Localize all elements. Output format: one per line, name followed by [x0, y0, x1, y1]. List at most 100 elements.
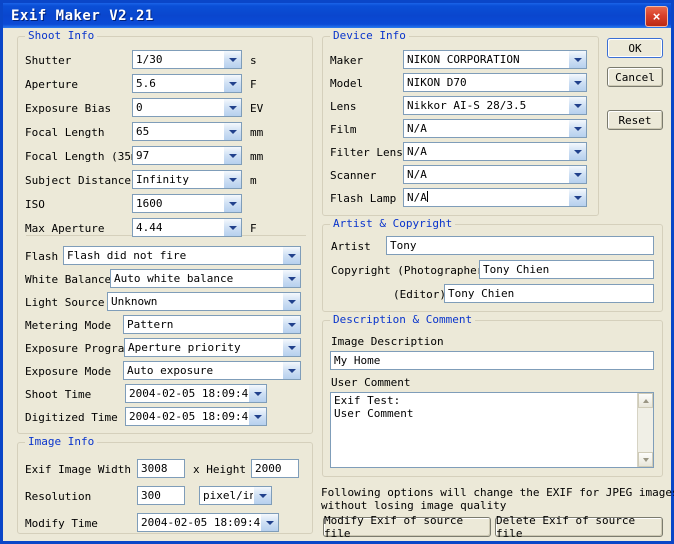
ok-button[interactable]: OK	[607, 38, 663, 58]
chevron-down-icon[interactable]	[282, 362, 300, 379]
input-copyright-photographer[interactable]: Tony Chien	[479, 260, 654, 279]
combo-flash-lamp[interactable]: N/A	[403, 188, 587, 207]
chevron-down-icon[interactable]	[282, 247, 300, 264]
scroll-up-icon[interactable]	[638, 393, 653, 408]
window-title: Exif Maker V2.21	[11, 7, 154, 24]
delete-exif-button[interactable]: Delete Exif of source file	[495, 514, 663, 540]
combo-lens[interactable]: Nikkor AI-S 28/3.5	[403, 96, 587, 115]
group-device-info-legend: Device Info	[330, 29, 409, 42]
combo-digitized-time[interactable]: 2004-02-05 18:09:46	[125, 407, 267, 426]
chevron-down-icon[interactable]	[568, 74, 586, 91]
input-exif-image-width[interactable]: 3008	[137, 459, 185, 478]
chevron-down-icon[interactable]	[223, 147, 241, 164]
combo-flash-lamp-text: N/A	[407, 191, 427, 204]
chevron-down-icon[interactable]	[568, 97, 586, 114]
label-copyright-photographer: Copyright (Photographer)	[331, 264, 490, 277]
chevron-down-icon[interactable]	[248, 385, 266, 402]
combo-modify-time[interactable]: 2004-02-05 18:09:46	[137, 513, 279, 532]
combo-maker[interactable]: NIKON CORPORATION	[403, 50, 587, 69]
combo-aperture-value: 5.6	[136, 77, 156, 90]
combo-max-aperture[interactable]: 4.44	[132, 218, 242, 237]
combo-light-source-value: Unknown	[111, 295, 158, 308]
input-artist[interactable]: Tony	[386, 236, 654, 255]
input-copyright-editor[interactable]: Tony Chien	[444, 284, 654, 303]
label-user-comment: User Comment	[331, 376, 411, 389]
unit-focal-length: mm	[250, 126, 264, 139]
unit-shutter: s	[250, 54, 257, 67]
label-image-description: Image Description	[331, 335, 444, 348]
chevron-down-icon[interactable]	[248, 408, 266, 425]
chevron-down-icon[interactable]	[282, 339, 300, 356]
chevron-down-icon[interactable]	[253, 487, 271, 504]
input-image-description[interactable]: My Home	[330, 351, 654, 370]
combo-scanner[interactable]: N/A	[403, 165, 587, 184]
chevron-down-icon[interactable]	[568, 189, 586, 206]
cancel-button[interactable]: Cancel	[607, 67, 663, 87]
input-exif-image-height[interactable]: 2000	[251, 459, 299, 478]
textarea-user-comment-value[interactable]: Exif Test: User Comment	[331, 393, 637, 467]
label-exposure-mode: Exposure Mode	[25, 365, 112, 378]
label-subject-distance: Subject Distance	[25, 174, 131, 187]
combo-filter-lens-value: N/A	[407, 145, 427, 158]
combo-white-balance[interactable]: Auto white balance	[110, 269, 301, 288]
textarea-user-comment[interactable]: Exif Test: User Comment	[330, 392, 654, 468]
label-shutter: Shutter	[25, 54, 72, 67]
combo-filter-lens[interactable]: N/A	[403, 142, 587, 161]
unit-focal-length-35mm: mm	[250, 150, 264, 163]
combo-model-value: NIKON D70	[407, 76, 467, 89]
combo-iso-value: 1600	[136, 197, 163, 210]
combo-film[interactable]: N/A	[403, 119, 587, 138]
input-resolution[interactable]: 300	[137, 486, 185, 505]
label-flash-lamp: Flash Lamp	[330, 192, 397, 205]
chevron-down-icon[interactable]	[568, 120, 586, 137]
combo-exposure-program-value: Aperture priority	[128, 341, 241, 354]
label-lens: Lens	[330, 100, 357, 113]
label-shoot-time: Shoot Time	[25, 388, 92, 401]
combo-light-source[interactable]: Unknown	[107, 292, 301, 311]
chevron-down-icon[interactable]	[568, 51, 586, 68]
combo-lens-value: Nikkor AI-S 28/3.5	[407, 99, 527, 112]
label-exposure-program: Exposure Program	[25, 342, 131, 355]
close-icon[interactable]: ×	[645, 6, 668, 27]
chevron-down-icon[interactable]	[282, 270, 300, 287]
group-shoot-info-legend: Shoot Info	[25, 29, 98, 42]
chevron-down-icon[interactable]	[223, 75, 241, 92]
combo-exposure-mode[interactable]: Auto exposure	[123, 361, 301, 380]
textarea-scrollbar[interactable]	[637, 393, 653, 467]
combo-modify-time-value: 2004-02-05 18:09:46	[141, 516, 260, 529]
combo-iso[interactable]: 1600	[132, 194, 242, 213]
chevron-down-icon[interactable]	[568, 166, 586, 183]
chevron-down-icon[interactable]	[223, 195, 241, 212]
reset-button[interactable]: Reset	[607, 110, 663, 130]
scroll-down-icon[interactable]	[638, 452, 653, 467]
chevron-down-icon[interactable]	[223, 171, 241, 188]
chevron-down-icon[interactable]	[223, 51, 241, 68]
combo-metering-mode[interactable]: Pattern	[123, 315, 301, 334]
label-digitized-time: Digitized Time	[25, 411, 118, 424]
chevron-down-icon[interactable]	[260, 514, 278, 531]
combo-exposure-bias[interactable]: 0	[132, 98, 242, 117]
modify-exif-button[interactable]: Modify Exif of source file	[323, 514, 491, 540]
combo-resolution-unit[interactable]: pixel/inc	[199, 486, 272, 505]
combo-model[interactable]: NIKON D70	[403, 73, 587, 92]
chevron-down-icon[interactable]	[223, 219, 241, 236]
combo-focal-length[interactable]: 65	[132, 122, 242, 141]
chevron-down-icon[interactable]	[223, 99, 241, 116]
title-bar: Exif Maker V2.21 ×	[3, 3, 671, 28]
combo-subject-distance[interactable]: Infinity	[132, 170, 242, 189]
chevron-down-icon[interactable]	[568, 143, 586, 160]
combo-exposure-program[interactable]: Aperture priority	[124, 338, 301, 357]
label-exif-image-width: Exif Image Width	[25, 463, 131, 476]
combo-flash[interactable]: Flash did not fire	[63, 246, 301, 265]
combo-aperture[interactable]: 5.6	[132, 74, 242, 93]
label-filter-lens: Filter Lens	[330, 146, 403, 159]
chevron-down-icon[interactable]	[282, 293, 300, 310]
chevron-down-icon[interactable]	[223, 123, 241, 140]
combo-focal-length-35mm[interactable]: 97	[132, 146, 242, 165]
combo-shutter[interactable]: 1/30	[132, 50, 242, 69]
chevron-down-icon[interactable]	[282, 316, 300, 333]
label-resolution: Resolution	[25, 490, 92, 503]
combo-shoot-time[interactable]: 2004-02-05 18:09:46	[125, 384, 267, 403]
combo-flash-lamp-value: N/A	[404, 189, 568, 206]
label-scanner: Scanner	[330, 169, 377, 182]
